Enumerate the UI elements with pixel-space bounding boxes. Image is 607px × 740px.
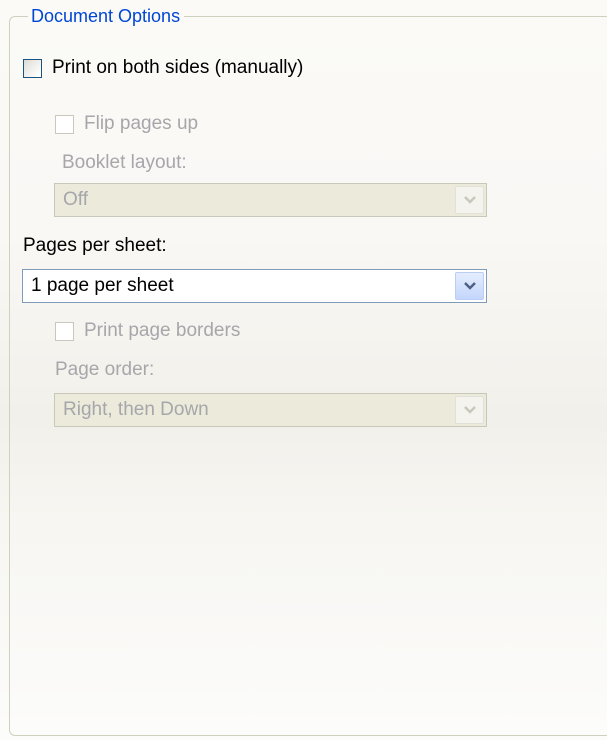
booklet-layout-value: Off: [63, 189, 88, 210]
page-order-label: Page order:: [55, 359, 155, 380]
page-order-select: Right, then Down: [54, 393, 487, 427]
print-both-sides-label[interactable]: Print on both sides (manually): [52, 56, 303, 80]
flip-pages-option: Flip pages up: [55, 112, 198, 136]
page-order-value: Right, then Down: [63, 399, 209, 420]
page-order-dropdown-button: [455, 396, 484, 424]
flip-pages-label: Flip pages up: [84, 113, 199, 134]
pages-per-sheet-label: Pages per sheet:: [23, 235, 167, 256]
chevron-down-icon: [463, 282, 476, 290]
chevron-down-icon: [463, 406, 476, 414]
booklet-layout-select: Off: [54, 183, 487, 217]
chevron-down-icon: [463, 196, 476, 204]
booklet-layout-dropdown-button: [455, 186, 484, 214]
pages-per-sheet-dropdown-button[interactable]: [455, 272, 484, 300]
group-title: Document Options: [28, 4, 185, 28]
print-both-sides-checkbox[interactable]: [23, 58, 42, 78]
page-borders-option: Print page borders: [55, 319, 240, 343]
page-borders-checkbox: [55, 321, 74, 341]
pages-per-sheet-value[interactable]: 1 page per sheet: [23, 271, 455, 301]
print-both-sides-option[interactable]: Print on both sides (manually): [23, 56, 303, 80]
page-borders-label: Print page borders: [84, 320, 241, 341]
document-options-panel: Document Options Print on both sides (ma…: [0, 0, 607, 740]
booklet-layout-label: Booklet layout:: [62, 152, 187, 173]
flip-pages-checkbox: [55, 114, 74, 134]
pages-per-sheet-select[interactable]: 1 page per sheet: [22, 269, 487, 303]
